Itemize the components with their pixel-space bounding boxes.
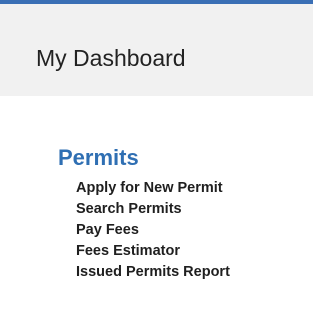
permits-heading: Permits: [58, 145, 139, 170]
menu-item-fees-estimator[interactable]: Fees Estimator: [76, 241, 230, 262]
menu-item-apply-for-new-permit[interactable]: Apply for New Permit: [76, 178, 230, 199]
menu-item-issued-permits-report[interactable]: Issued Permits Report: [76, 262, 230, 283]
permits-menu: Apply for New Permit Search Permits Pay …: [76, 178, 230, 283]
menu-item-pay-fees[interactable]: Pay Fees: [76, 220, 230, 241]
menu-item-search-permits[interactable]: Search Permits: [76, 199, 230, 220]
dashboard-title[interactable]: My Dashboard: [36, 44, 186, 72]
dashboard-header-panel: My Dashboard: [0, 4, 313, 96]
